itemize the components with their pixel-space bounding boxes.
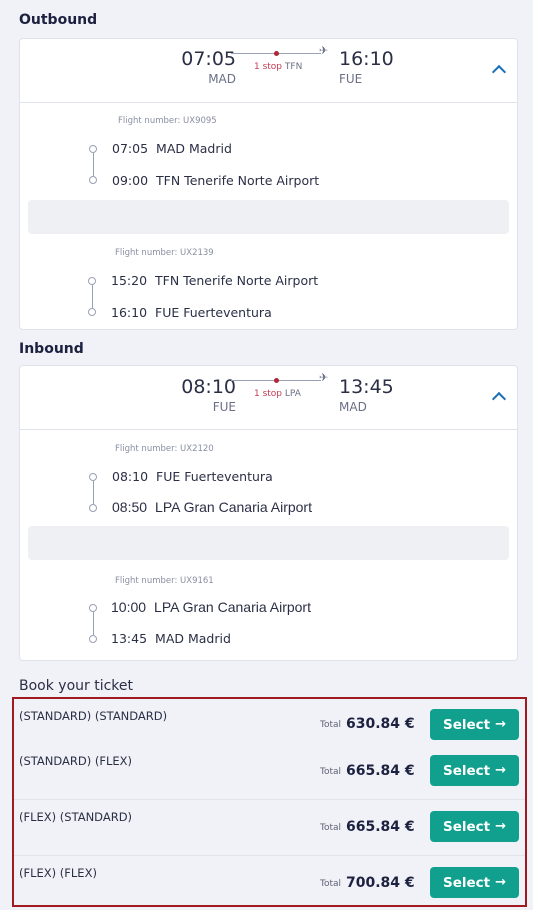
- inbound-card: 08:10 FUE ✈ 1 stop LPA 13:45 MAD Flight …: [19, 365, 518, 661]
- select-button-label: Select: [442, 818, 491, 835]
- layover-block: [28, 526, 509, 560]
- leg-departure-time: 07:05: [112, 141, 149, 156]
- timeline-end-dot: [88, 308, 96, 316]
- leg-arrival: 16:10 FUE Fuerteventura: [111, 305, 272, 320]
- layover-block: [28, 200, 509, 234]
- total-label: Total: [320, 879, 342, 889]
- flight-number: Flight number: UX2120: [115, 444, 214, 454]
- fare-row: (FLEX) (FLEX) Total 700.84 € Select →: [14, 856, 525, 905]
- outbound-arrive-code: FUE: [339, 72, 363, 86]
- timeline-start-dot: [89, 145, 97, 153]
- leg-departure-airport: LPA Gran Canaria Airport: [154, 599, 311, 615]
- inbound-stop-count: 1 stop: [254, 389, 283, 399]
- leg-arrival-time: 08:50: [112, 499, 148, 515]
- book-ticket-title: Book your ticket: [19, 678, 134, 694]
- outbound-stop-airport: TFN: [284, 62, 303, 72]
- fare-label: (FLEX) (STANDARD): [19, 810, 133, 824]
- chevron-up-icon[interactable]: [491, 391, 507, 407]
- leg-arrival-airport: FUE Fuerteventura: [155, 305, 272, 320]
- plane-icon: ✈: [319, 44, 329, 57]
- inbound-stop-dot: [274, 378, 279, 383]
- timeline-line: [93, 481, 94, 504]
- select-button-label: Select: [442, 716, 491, 733]
- leg-arrival-time: 13:45: [111, 631, 148, 646]
- leg-departure-time: 15:20: [111, 273, 148, 288]
- arrow-right-icon: →: [495, 819, 507, 834]
- leg-departure-airport: MAD Madrid: [156, 141, 232, 156]
- timeline-end-dot: [89, 635, 97, 643]
- fare-row: (FLEX) (STANDARD) Total 665.84 € Select →: [14, 800, 525, 856]
- outbound-stop-info: 1 stop TFN: [254, 62, 302, 72]
- inbound-depart-code: FUE: [212, 400, 236, 414]
- outbound-stop-dot: [274, 51, 279, 56]
- leg-departure-airport: TFN Tenerife Norte Airport: [155, 273, 319, 288]
- leg-departure: 08:10 FUE Fuerteventura: [112, 469, 273, 484]
- total-label: Total: [320, 767, 342, 777]
- leg-arrival: 08:50 LPA Gran Canaria Airport: [112, 499, 312, 515]
- inbound-arrive-code: MAD: [339, 400, 367, 414]
- flight-number: Flight number: UX2139: [115, 248, 214, 258]
- inbound-stop-info: 1 stop LPA: [254, 389, 301, 399]
- outbound-arrive-time: 16:10: [339, 48, 394, 70]
- leg-departure: 15:20 TFN Tenerife Norte Airport: [111, 273, 318, 288]
- leg-arrival: 13:45 MAD Madrid: [111, 631, 231, 646]
- select-button-label: Select: [442, 874, 491, 891]
- leg-departure-time: 10:00: [111, 599, 147, 615]
- select-button[interactable]: Select →: [430, 709, 519, 740]
- outbound-depart-code: MAD: [208, 72, 236, 86]
- outbound-depart-time: 07:05: [181, 48, 236, 70]
- plane-icon: ✈: [319, 371, 329, 384]
- leg-departure: 07:05 MAD Madrid: [112, 141, 232, 156]
- leg-arrival-airport: LPA Gran Canaria Airport: [155, 499, 312, 515]
- fare-price: 665.84 €: [346, 819, 415, 835]
- outbound-stop-count: 1 stop: [254, 62, 283, 72]
- arrow-right-icon: →: [495, 763, 507, 778]
- timeline-line: [93, 153, 94, 176]
- arrow-right-icon: →: [495, 717, 507, 732]
- leg-departure-time: 08:10: [112, 469, 149, 484]
- inbound-arrive-time: 13:45: [339, 376, 394, 398]
- timeline-start-dot: [89, 473, 97, 481]
- inbound-depart-time: 08:10: [181, 376, 236, 398]
- fare-price: 700.84 €: [346, 875, 415, 891]
- flight-number: Flight number: UX9095: [118, 116, 217, 126]
- fare-label: (FLEX) (FLEX): [19, 866, 97, 880]
- fare-row: (STANDARD) (FLEX) Total 665.84 € Select →: [14, 744, 525, 800]
- leg-departure-airport: FUE Fuerteventura: [156, 469, 273, 484]
- inbound-stop-airport: LPA: [284, 389, 301, 399]
- inbound-title: Inbound: [19, 341, 84, 357]
- inbound-summary[interactable]: 08:10 FUE ✈ 1 stop LPA 13:45 MAD: [20, 366, 517, 430]
- chevron-up-icon[interactable]: [491, 64, 507, 80]
- timeline-end-dot: [89, 504, 97, 512]
- select-button[interactable]: Select →: [430, 867, 519, 898]
- select-button[interactable]: Select →: [430, 811, 519, 842]
- arrow-right-icon: →: [495, 875, 507, 890]
- timeline-end-dot: [89, 176, 97, 184]
- total-label: Total: [320, 720, 342, 730]
- timeline-start-dot: [88, 277, 96, 285]
- timeline-start-dot: [89, 604, 97, 612]
- outbound-card: 07:05 MAD ✈ 1 stop TFN 16:10 FUE Flight …: [19, 38, 518, 330]
- fare-options: (STANDARD) (STANDARD) Total 630.84 € Sel…: [12, 697, 527, 907]
- leg-arrival-airport: MAD Madrid: [155, 631, 231, 646]
- outbound-title: Outbound: [19, 12, 98, 28]
- timeline-line: [93, 612, 94, 635]
- fare-row: (STANDARD) (STANDARD) Total 630.84 € Sel…: [14, 699, 525, 744]
- outbound-summary[interactable]: 07:05 MAD ✈ 1 stop TFN 16:10 FUE: [20, 39, 517, 103]
- total-label: Total: [320, 823, 342, 833]
- leg-arrival: 09:00 TFN Tenerife Norte Airport: [112, 173, 319, 188]
- timeline-line: [92, 285, 93, 308]
- select-button-label: Select: [442, 762, 491, 779]
- flight-number: Flight number: UX9161: [115, 576, 214, 586]
- leg-arrival-airport: TFN Tenerife Norte Airport: [156, 173, 320, 188]
- leg-arrival-time: 16:10: [111, 305, 148, 320]
- fare-label: (STANDARD) (STANDARD): [19, 709, 168, 723]
- fare-label: (STANDARD) (FLEX): [19, 754, 133, 768]
- leg-departure: 10:00 LPA Gran Canaria Airport: [111, 599, 311, 615]
- fare-price: 665.84 €: [346, 763, 415, 779]
- leg-arrival-time: 09:00: [112, 173, 149, 188]
- select-button[interactable]: Select →: [430, 755, 519, 786]
- fare-price: 630.84 €: [346, 716, 415, 732]
